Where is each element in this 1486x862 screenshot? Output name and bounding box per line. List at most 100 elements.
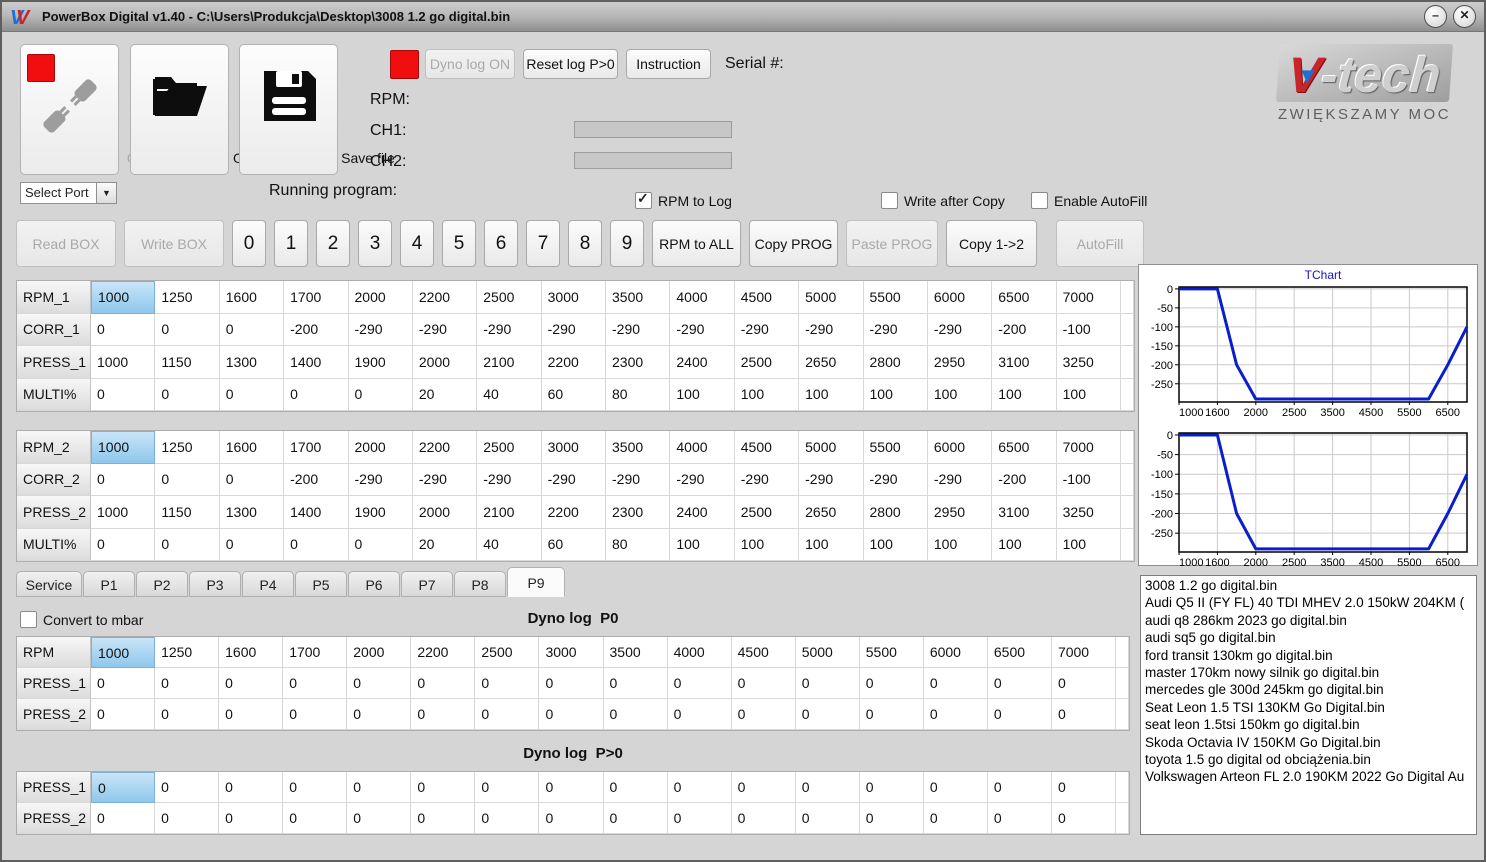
table-cell[interactable]: 0 (411, 803, 476, 834)
table-cell[interactable]: 2100 (477, 496, 542, 529)
table-cell[interactable]: 0 (859, 803, 924, 834)
table-cell[interactable]: 3500 (603, 637, 668, 668)
table-cell[interactable]: 2000 (348, 281, 413, 314)
table-cell[interactable]: 2200 (541, 346, 606, 379)
list-item[interactable]: audi q8 286km 2023 go digital.bin (1141, 612, 1476, 629)
digit-2-button[interactable]: 2 (316, 220, 350, 267)
table-cell[interactable]: 0 (923, 803, 988, 834)
table-cell[interactable]: 100 (799, 378, 864, 411)
table-cell[interactable]: 2500 (475, 637, 540, 668)
table-cell[interactable]: 0 (1051, 803, 1116, 834)
table-cell[interactable]: 3000 (541, 281, 606, 314)
table-cell[interactable]: 0 (155, 528, 220, 561)
table-cell[interactable]: 0 (283, 668, 348, 699)
table-cell[interactable]: 1000 (91, 637, 156, 668)
table-cell[interactable]: 4000 (667, 637, 732, 668)
table-cell[interactable]: 1400 (284, 346, 349, 379)
table-cell[interactable]: 0 (91, 668, 156, 699)
table-cell[interactable]: 0 (155, 313, 220, 346)
table-cell[interactable]: 1700 (283, 637, 348, 668)
table-cell[interactable]: -200 (992, 463, 1057, 496)
table-cell[interactable]: 0 (91, 528, 156, 561)
tab-p5[interactable]: P5 (295, 571, 347, 597)
table-cell[interactable]: 0 (475, 668, 540, 699)
copy-1-to-2-button[interactable]: Copy 1->2 (946, 220, 1037, 267)
table-cell[interactable]: -200 (284, 463, 349, 496)
write-box-button[interactable]: Write BOX (124, 220, 224, 267)
table-cell[interactable]: 0 (667, 668, 732, 699)
list-item[interactable]: Skoda Octavia IV 150KM Go Digital.bin (1141, 734, 1476, 751)
digit-3-button[interactable]: 3 (358, 220, 392, 267)
table-cell[interactable]: 2300 (606, 496, 671, 529)
table-cell[interactable]: 0 (923, 668, 988, 699)
table-cell[interactable]: -290 (670, 463, 735, 496)
table-cell[interactable]: 40 (477, 528, 542, 561)
table-cell[interactable]: 0 (731, 699, 796, 730)
table-cell[interactable]: 0 (539, 668, 604, 699)
table-cell[interactable]: 3250 (1056, 496, 1121, 529)
table-cell[interactable]: 0 (539, 699, 604, 730)
table-cell[interactable]: 4500 (731, 637, 796, 668)
table-cell[interactable]: 2200 (411, 637, 476, 668)
table-cell[interactable]: 0 (667, 772, 732, 803)
table-cell[interactable]: -290 (348, 313, 413, 346)
table-cell[interactable]: 0 (219, 313, 285, 346)
tab-service[interactable]: Service (16, 571, 82, 597)
rpm-to-log-checkbox[interactable]: RPM to Log (635, 190, 732, 209)
table-cell[interactable]: 0 (219, 699, 284, 730)
table-cell[interactable]: 0 (347, 699, 412, 730)
table-cell[interactable]: 0 (859, 772, 924, 803)
table-cell[interactable]: -290 (412, 313, 478, 346)
table-cell[interactable]: 7000 (1051, 637, 1116, 668)
table-cell[interactable]: 3500 (606, 281, 671, 314)
table-cell[interactable]: -290 (734, 463, 800, 496)
table-cell[interactable]: 2100 (477, 346, 542, 379)
table-cell[interactable]: -290 (412, 463, 478, 496)
table-cell[interactable]: 1600 (219, 281, 285, 314)
table-cell[interactable]: 3500 (606, 431, 671, 464)
table-cell[interactable]: 0 (603, 699, 668, 730)
close-button[interactable]: ✕ (1453, 5, 1476, 28)
table-cell[interactable]: 0 (219, 463, 285, 496)
table-cell[interactable]: 100 (927, 528, 993, 561)
read-box-button[interactable]: Read BOX (16, 220, 116, 267)
table-cell[interactable]: 0 (667, 803, 732, 834)
digit-0-button[interactable]: 0 (232, 220, 266, 267)
table-cell[interactable]: 1700 (284, 281, 349, 314)
table-cell[interactable]: 0 (348, 378, 413, 411)
table-cell[interactable]: 5000 (795, 637, 860, 668)
table-cell[interactable]: 2650 (799, 496, 864, 529)
digit-4-button[interactable]: 4 (400, 220, 434, 267)
table-cell[interactable]: 100 (863, 528, 928, 561)
table-cell[interactable]: -290 (477, 313, 542, 346)
table-cell[interactable]: 2500 (734, 496, 800, 529)
checkbox-box[interactable] (1031, 192, 1048, 209)
table-cell[interactable]: 6000 (927, 281, 993, 314)
table-cell[interactable]: 1000 (91, 431, 156, 464)
table-cell[interactable]: 2400 (670, 496, 735, 529)
table-cell[interactable]: 0 (284, 528, 349, 561)
table-cell[interactable]: 0 (731, 803, 796, 834)
table-cell[interactable]: 80 (606, 378, 671, 411)
table-cell[interactable]: 0 (987, 803, 1052, 834)
table-cell[interactable]: 2200 (412, 281, 478, 314)
table-cell[interactable]: 100 (992, 378, 1057, 411)
table-cell[interactable]: 0 (475, 772, 540, 803)
table-cell[interactable]: -100 (1056, 463, 1121, 496)
table-cell[interactable]: 5000 (799, 431, 864, 464)
digit-7-button[interactable]: 7 (526, 220, 560, 267)
table-cell[interactable]: 2650 (799, 346, 864, 379)
table-cell[interactable]: 3100 (992, 346, 1057, 379)
table-cell[interactable]: 2000 (412, 346, 478, 379)
table-cell[interactable]: 1250 (155, 431, 220, 464)
instruction-button[interactable]: Instruction (626, 49, 711, 79)
table-cell[interactable]: 1300 (219, 496, 285, 529)
table-cell[interactable]: 3000 (539, 637, 604, 668)
table-cell[interactable]: 0 (348, 528, 413, 561)
connect-button[interactable]: Connect (20, 44, 179, 175)
table-cell[interactable]: 0 (539, 772, 604, 803)
checkbox-box[interactable] (881, 192, 898, 209)
table-cell[interactable]: -290 (477, 463, 542, 496)
list-item[interactable]: master 170km nowy silnik go digital.bin (1141, 664, 1476, 681)
tab-p4[interactable]: P4 (242, 571, 294, 597)
